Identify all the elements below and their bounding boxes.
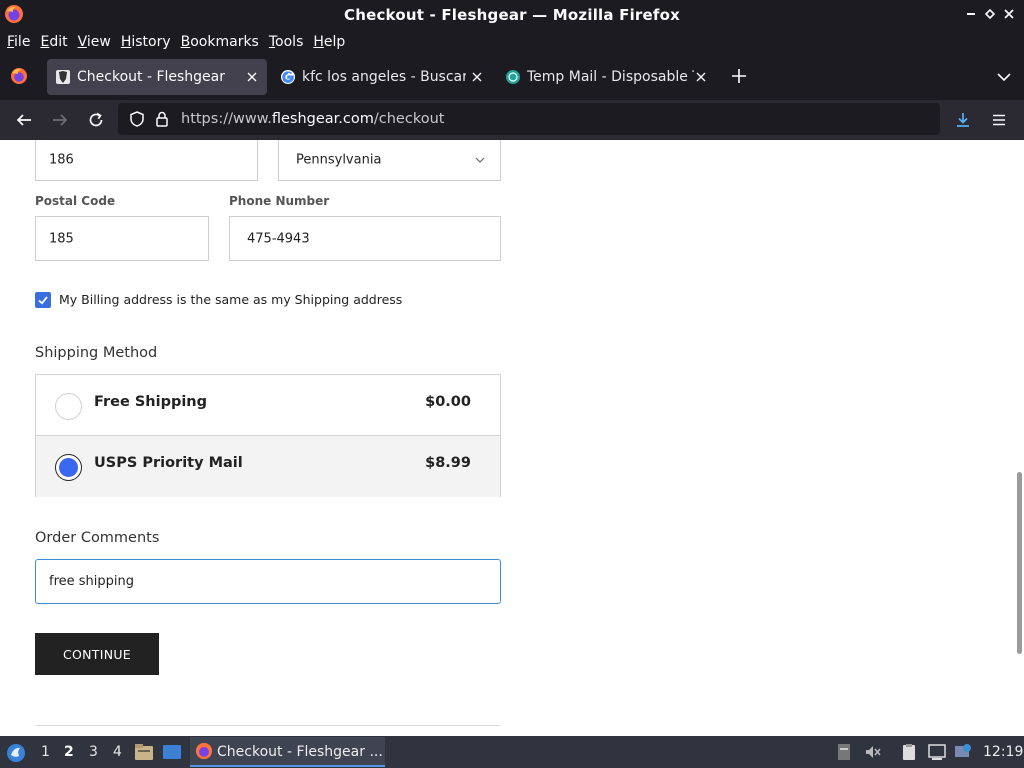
continue-button[interactable]: CONTINUE xyxy=(35,633,159,675)
firefox-view-icon[interactable] xyxy=(8,65,30,87)
workspace-2[interactable]: 2 xyxy=(64,744,74,760)
tracking-shield-icon[interactable] xyxy=(128,110,146,128)
window-titlebar: Checkout - Fleshgear — Mozilla Firefox xyxy=(0,0,1024,30)
network-icon[interactable] xyxy=(928,743,946,761)
minimize-button[interactable] xyxy=(961,4,981,24)
menu-edit[interactable]: Edit xyxy=(35,31,72,53)
tab-strip: Checkout - Fleshgear kfc los angeles - B… xyxy=(0,54,1024,100)
start-menu-icon[interactable] xyxy=(5,742,27,764)
tab-close-icon[interactable] xyxy=(243,68,261,86)
menu-file[interactable]: File xyxy=(2,31,35,53)
taskbar-firefox-window[interactable]: Checkout - Fleshgear ... xyxy=(190,737,385,767)
menubar: File Edit View History Bookmarks Tools H… xyxy=(0,30,1024,54)
tab-close-icon[interactable] xyxy=(468,68,486,86)
close-icon xyxy=(1004,9,1014,19)
workspace-1[interactable]: 1 xyxy=(41,744,50,760)
tab-checkout[interactable]: Checkout - Fleshgear xyxy=(47,59,267,95)
update-notifier-icon[interactable] xyxy=(954,743,972,761)
list-all-tabs-chevron-icon[interactable] xyxy=(993,67,1015,87)
workspace-4[interactable]: 4 xyxy=(113,744,122,760)
menu-help[interactable]: Help xyxy=(308,31,350,53)
address-number-field[interactable]: 186 xyxy=(35,140,258,181)
file-manager-icon[interactable] xyxy=(134,743,154,761)
url-text: https://www.fleshgear.com/checkout xyxy=(181,111,445,127)
close-window-button[interactable] xyxy=(999,4,1019,24)
tab-close-icon[interactable] xyxy=(692,68,710,86)
restore-icon xyxy=(984,8,996,20)
new-tab-plus-icon[interactable] xyxy=(728,65,750,87)
maximize-button[interactable] xyxy=(980,4,1000,24)
billing-same-checkbox[interactable] xyxy=(35,292,51,308)
phone-number-field[interactable]: 475-4943 xyxy=(229,216,501,261)
lock-icon[interactable] xyxy=(153,110,171,128)
temp-mail-favicon-icon xyxy=(506,70,520,84)
desktop-icon[interactable] xyxy=(162,744,182,760)
volume-muted-icon[interactable] xyxy=(864,743,882,761)
tab-kfc-search[interactable]: kfc los angeles - Buscar c xyxy=(272,59,492,95)
shipping-method-title: Shipping Method xyxy=(35,345,158,361)
menu-tools[interactable]: Tools xyxy=(264,31,309,53)
minimize-icon xyxy=(967,13,975,15)
chevron-down-icon xyxy=(475,157,485,163)
postal-code-label: Postal Code xyxy=(35,194,116,208)
firefox-taskbar-icon xyxy=(195,742,213,760)
divider xyxy=(35,725,500,726)
downloads-button[interactable] xyxy=(951,108,975,132)
billing-same-label: My Billing address is the same as my Shi… xyxy=(59,292,403,307)
order-comments-title: Order Comments xyxy=(35,530,160,546)
app-menu-button[interactable] xyxy=(987,108,1011,132)
phone-number-label: Phone Number xyxy=(229,194,330,208)
back-button[interactable] xyxy=(12,108,36,132)
shipping-options: Free Shipping $0.00 USPS Priority Mail $… xyxy=(35,374,501,497)
shipping-option-usps[interactable]: USPS Priority Mail $8.99 xyxy=(36,436,500,497)
reload-icon xyxy=(89,112,103,127)
shipping-option-free[interactable]: Free Shipping $0.00 xyxy=(36,375,500,436)
clipboard-icon[interactable] xyxy=(900,743,918,761)
google-favicon-icon xyxy=(281,70,295,84)
window-title: Checkout - Fleshgear — Mozilla Firefox xyxy=(344,6,680,24)
clock: 12:19 xyxy=(983,744,1024,760)
usps-priority-radio[interactable] xyxy=(55,454,82,481)
notes-tray-icon[interactable] xyxy=(835,743,853,761)
forward-button[interactable] xyxy=(48,108,72,132)
checkmark-icon xyxy=(38,296,48,305)
state-select[interactable]: Pennsylvania xyxy=(278,140,501,181)
back-arrow-icon xyxy=(16,114,31,126)
page-content: 186 Pennsylvania Postal Code 185 Phone N… xyxy=(0,140,1024,736)
fleshgear-favicon-icon xyxy=(56,70,70,84)
reload-button[interactable] xyxy=(84,108,108,132)
menu-bookmarks[interactable]: Bookmarks xyxy=(176,31,264,53)
download-icon xyxy=(957,113,969,127)
menu-view[interactable]: View xyxy=(73,31,116,53)
free-shipping-radio[interactable] xyxy=(55,393,82,420)
order-comments-field[interactable]: free shipping xyxy=(35,559,501,604)
page-scrollbar[interactable] xyxy=(1017,472,1022,654)
postal-code-field[interactable]: 185 xyxy=(35,216,209,261)
hamburger-menu-icon xyxy=(993,114,1005,126)
forward-arrow-icon xyxy=(53,114,68,126)
address-bar[interactable]: https://www.fleshgear.com/checkout xyxy=(118,103,940,135)
system-taskbar: 1 2 3 4 Checkout - Fleshgear ... 12:19 xyxy=(0,736,1024,768)
workspace-3[interactable]: 3 xyxy=(89,744,98,760)
menu-history[interactable]: History xyxy=(116,31,176,53)
tab-temp-mail[interactable]: Temp Mail - Disposable Te xyxy=(497,59,717,95)
